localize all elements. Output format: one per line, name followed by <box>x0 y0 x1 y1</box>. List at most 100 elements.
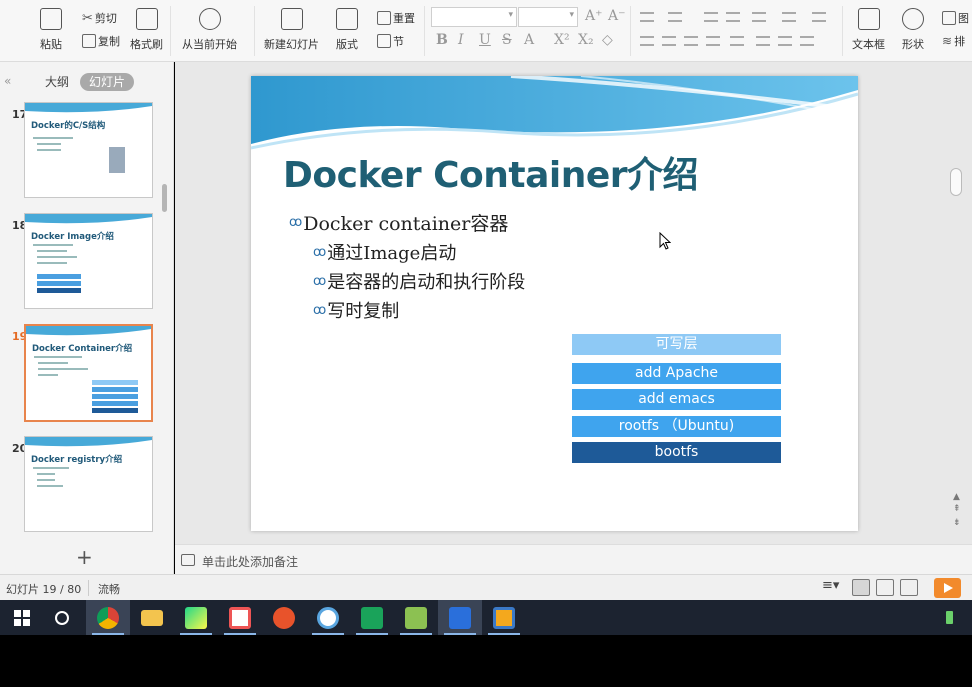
font-family-select[interactable] <box>431 7 517 27</box>
bullet-mark-icon: ꝏ <box>289 215 303 230</box>
slide-thumbnail-17[interactable]: Docker的C/S结构 <box>24 102 153 198</box>
thumb-text-line <box>37 256 77 258</box>
text-direction-icon[interactable] <box>752 12 766 22</box>
textbox-button[interactable]: 文本框 <box>852 8 885 52</box>
increase-font-icon[interactable]: A⁺ <box>585 8 603 24</box>
font-color-icon[interactable]: A <box>524 32 534 48</box>
shape-button[interactable]: 形状 <box>902 8 924 52</box>
align-right-icon[interactable] <box>684 36 698 46</box>
cut-button[interactable]: ✂ 剪切 <box>82 10 117 26</box>
start-from-current-button[interactable]: 从当前开始 <box>182 8 237 52</box>
thumb-wave <box>25 214 152 224</box>
pycharm-taskbar-icon[interactable] <box>174 600 218 635</box>
reset-icon <box>377 11 391 25</box>
align-center-icon[interactable] <box>662 36 676 46</box>
smart-art-icon[interactable] <box>800 36 814 46</box>
picture-button[interactable]: 图 <box>942 10 969 26</box>
thumb-wave <box>25 437 152 447</box>
reset-button[interactable]: 重置 <box>377 10 415 26</box>
add-slide-button[interactable]: + <box>76 545 93 569</box>
subscript-icon[interactable]: X₂ <box>578 32 594 48</box>
windows-start-icon[interactable] <box>0 600 44 635</box>
bullet-mark-icon: ꝏ <box>313 244 327 260</box>
vmware-taskbar-icon[interactable] <box>482 600 526 635</box>
cortana-icon[interactable] <box>40 600 84 635</box>
thumb-title: Docker Container介绍 <box>32 344 133 354</box>
picture-label: 图 <box>958 12 969 25</box>
font-size-select[interactable] <box>518 7 578 27</box>
normal-view-icon[interactable] <box>852 579 870 596</box>
shape-label: 形状 <box>902 38 924 51</box>
bullet-list-icon[interactable] <box>640 12 654 22</box>
align-left-icon[interactable] <box>640 36 654 46</box>
scroll-up-icon[interactable]: ▲ <box>953 492 960 502</box>
column-icon[interactable] <box>756 36 770 46</box>
play-slideshow-button[interactable] <box>934 578 961 598</box>
status-bar: 幻灯片 19 / 80 流畅 ≡▾ <box>0 574 972 600</box>
numbered-list-icon[interactable] <box>668 12 682 22</box>
scrollbar-thumb[interactable] <box>950 168 962 196</box>
thumb-text-line <box>38 362 68 364</box>
thumb-text-line <box>37 149 61 151</box>
notes-toggle-icon[interactable]: ≡▾ <box>822 578 839 593</box>
scissors-icon: ✂ <box>82 10 93 26</box>
folder-icon <box>141 609 163 626</box>
editor-scrollbar[interactable]: ▲ ⇞ ⇟ <box>950 62 964 544</box>
copy-button[interactable]: 复制 <box>82 33 120 49</box>
screen-bottom-bar <box>0 635 972 687</box>
cortana-circle-icon <box>55 610 69 625</box>
collapse-panel-icon[interactable]: « <box>4 74 11 88</box>
bold-icon[interactable]: B <box>436 32 448 48</box>
slide-thumbnail-20[interactable]: Docker registry介绍 <box>24 436 153 532</box>
new-slide-icon <box>280 8 303 30</box>
thumb-text-line <box>33 137 73 139</box>
decrease-indent-icon[interactable] <box>704 12 718 22</box>
swirl-app-taskbar-icon[interactable] <box>262 600 306 635</box>
avatar-icon <box>317 606 339 629</box>
wps-office-taskbar-icon[interactable] <box>438 600 482 635</box>
underline-icon[interactable]: U <box>479 32 491 48</box>
increase-indent-icon[interactable] <box>726 12 740 22</box>
text-align-icon[interactable] <box>778 36 792 46</box>
panel-scrollbar[interactable] <box>162 184 167 212</box>
paste-button[interactable]: 粘贴 <box>40 8 62 52</box>
slide-thumbnail-18[interactable]: Docker Image介绍 <box>24 213 153 309</box>
prev-slide-icon[interactable]: ⇞ <box>953 504 961 514</box>
picture-icon <box>942 11 956 25</box>
current-slide[interactable]: Docker Container介绍 ꝏ Docker container容器 … <box>251 76 858 531</box>
paragraph-spacing-icon[interactable] <box>812 12 826 22</box>
format-painter-button[interactable]: 格式刷 <box>130 8 163 52</box>
battery-icon[interactable] <box>946 611 953 624</box>
avatar-app-taskbar-icon[interactable] <box>306 600 350 635</box>
notes-pane[interactable]: 单击此处添加备注 <box>175 544 972 574</box>
paste-label: 粘贴 <box>40 38 62 51</box>
new-slide-button[interactable]: 新建幻灯片 <box>264 8 319 52</box>
wps-icon <box>449 606 471 629</box>
reading-view-icon[interactable] <box>900 579 918 596</box>
decrease-font-icon[interactable]: A⁻ <box>608 8 626 24</box>
chrome-taskbar-icon[interactable] <box>86 600 130 635</box>
clear-format-icon[interactable]: ◇ <box>602 32 613 48</box>
line-spacing-icon[interactable] <box>782 12 796 22</box>
tab-slides[interactable]: 幻灯片 <box>80 73 135 91</box>
tab-outline[interactable]: 大纲 <box>36 73 78 91</box>
next-slide-icon[interactable]: ⇟ <box>953 518 961 528</box>
notes-placeholder[interactable]: 单击此处添加备注 <box>202 553 298 570</box>
justify-icon[interactable] <box>706 36 720 46</box>
section-button[interactable]: 节 <box>377 33 404 49</box>
slide-thumbnail-19[interactable]: Docker Container介绍 <box>24 324 153 422</box>
distribute-icon[interactable] <box>730 36 744 46</box>
layout-button[interactable]: 版式 <box>336 8 358 52</box>
file-explorer-taskbar-icon[interactable] <box>130 600 174 635</box>
arrange-button[interactable]: ≋ 排 <box>942 33 965 49</box>
superscript-icon[interactable]: X² <box>554 32 570 48</box>
thumb-text-line <box>37 250 67 252</box>
notepad-taskbar-icon[interactable] <box>394 600 438 635</box>
bullet-text: 是容器的启动和执行阶段 <box>327 272 526 293</box>
media-player-taskbar-icon[interactable] <box>218 600 262 635</box>
strikethrough-icon[interactable]: S <box>502 32 512 48</box>
slide-sorter-icon[interactable] <box>876 579 894 596</box>
wps-spreadsheet-taskbar-icon[interactable] <box>350 600 394 635</box>
italic-icon[interactable]: I <box>458 32 464 48</box>
thumb-text-line <box>37 473 55 475</box>
